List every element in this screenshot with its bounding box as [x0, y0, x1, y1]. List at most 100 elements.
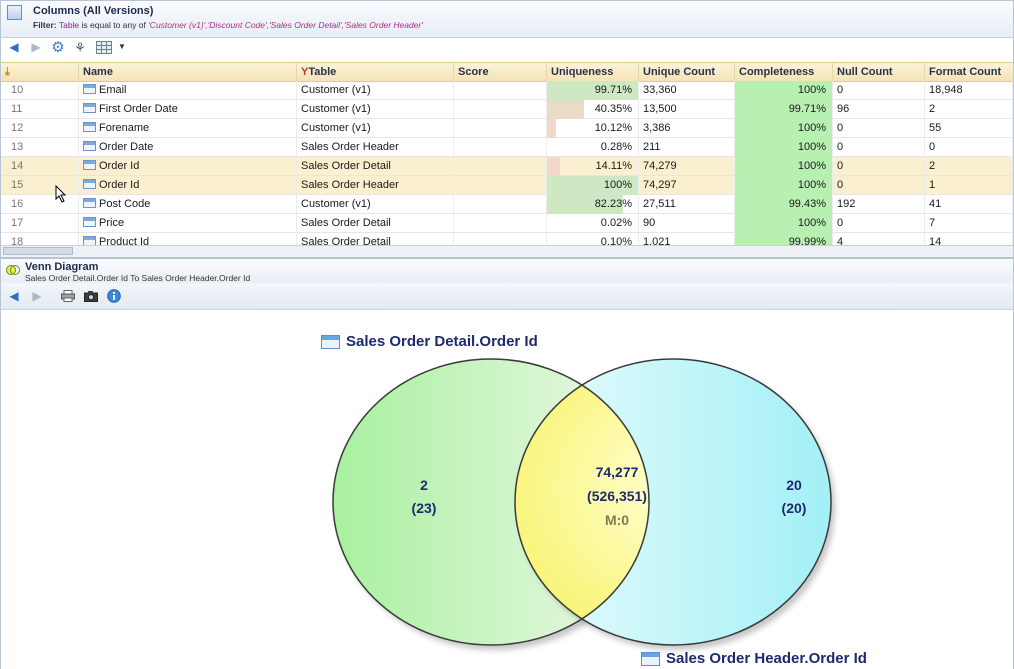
column-uniqueness[interactable]: 0.28%: [547, 138, 639, 157]
column-null-count[interactable]: 0: [833, 119, 925, 138]
column-uniqueness[interactable]: 10.12%: [547, 119, 639, 138]
column-format-count[interactable]: 2: [925, 100, 1013, 119]
column-completeness[interactable]: 100%: [735, 214, 833, 233]
column-unique-count[interactable]: 27,511: [639, 195, 735, 214]
column-format-count[interactable]: 0: [925, 138, 1013, 157]
settings-gear-icon[interactable]: ⚙: [51, 40, 65, 55]
table-row[interactable]: 13 Order Date Sales Order Header 0.28% 211 10…: [1, 138, 1013, 157]
table-row[interactable]: 17 Price Sales Order Detail 0.02% 90 100% 0 7: [1, 214, 1013, 233]
column-table[interactable]: Sales Order Header: [297, 176, 454, 195]
column-format-count[interactable]: 41: [925, 195, 1013, 214]
column-uniqueness[interactable]: 0.02%: [547, 214, 639, 233]
header-null-count[interactable]: Null Count: [833, 63, 925, 81]
filter-icon[interactable]: ⤓: [1, 63, 79, 81]
column-null-count[interactable]: 0: [833, 214, 925, 233]
column-table[interactable]: Sales Order Header: [297, 138, 454, 157]
column-null-count[interactable]: 0: [833, 157, 925, 176]
row-number[interactable]: 13: [1, 138, 79, 157]
column-name[interactable]: Email: [79, 81, 297, 100]
column-completeness[interactable]: 100%: [735, 138, 833, 157]
row-number[interactable]: 17: [1, 214, 79, 233]
header-unique-count[interactable]: Unique Count: [639, 63, 735, 81]
table-row[interactable]: 15 Order Id Sales Order Header 100% 74,297 10…: [1, 176, 1013, 195]
row-number[interactable]: 10: [1, 81, 79, 100]
column-completeness[interactable]: 100%: [735, 157, 833, 176]
row-number[interactable]: 14: [1, 157, 79, 176]
column-table[interactable]: Sales Order Detail: [297, 157, 454, 176]
scrollbar-thumb[interactable]: [3, 247, 73, 255]
print-icon[interactable]: [61, 289, 75, 303]
info-icon[interactable]: [107, 289, 121, 303]
column-format-count[interactable]: 55: [925, 119, 1013, 138]
column-score[interactable]: [454, 176, 547, 195]
grid-horizontal-scrollbar[interactable]: [1, 245, 1013, 257]
back-arrow-icon[interactable]: ◀: [7, 40, 21, 54]
back-arrow-icon[interactable]: ◀: [7, 289, 21, 303]
column-format-count[interactable]: 1: [925, 176, 1013, 195]
column-null-count[interactable]: 0: [833, 81, 925, 100]
column-score[interactable]: [454, 157, 547, 176]
column-format-count[interactable]: 2: [925, 157, 1013, 176]
column-table[interactable]: Customer (v1): [297, 81, 454, 100]
column-uniqueness[interactable]: 100%: [547, 176, 639, 195]
column-score[interactable]: [454, 138, 547, 157]
header-name[interactable]: Name: [79, 63, 297, 81]
column-score[interactable]: [454, 119, 547, 138]
column-name[interactable]: First Order Date: [79, 100, 297, 119]
table-row[interactable]: 12 Forename Customer (v1) 10.12% 3,386 100% 0 5…: [1, 119, 1013, 138]
column-unique-count[interactable]: 74,279: [639, 157, 735, 176]
header-score[interactable]: Score: [454, 63, 547, 81]
column-null-count[interactable]: 96: [833, 100, 925, 119]
column-format-count[interactable]: 18,948: [925, 81, 1013, 100]
column-uniqueness[interactable]: 14.11%: [547, 157, 639, 176]
table-row[interactable]: 11 First Order Date Customer (v1) 40.35% 13,…: [1, 100, 1013, 119]
column-uniqueness[interactable]: 40.35%: [547, 100, 639, 119]
column-table[interactable]: Customer (v1): [297, 119, 454, 138]
column-completeness[interactable]: 100%: [735, 81, 833, 100]
column-unique-count[interactable]: 13,500: [639, 100, 735, 119]
column-score[interactable]: [454, 195, 547, 214]
header-format-count[interactable]: Format Count: [925, 63, 1013, 81]
filter-description[interactable]: Filter: Table is equal to any of 'Custom…: [33, 20, 423, 30]
column-unique-count[interactable]: 3,386: [639, 119, 735, 138]
hierarchy-icon[interactable]: ⚘: [73, 40, 87, 54]
forward-arrow-icon[interactable]: ▶: [29, 40, 43, 54]
row-number[interactable]: 12: [1, 119, 79, 138]
column-null-count[interactable]: 0: [833, 138, 925, 157]
column-completeness[interactable]: 99.71%: [735, 100, 833, 119]
column-table[interactable]: Customer (v1): [297, 195, 454, 214]
row-number[interactable]: 16: [1, 195, 79, 214]
column-unique-count[interactable]: 33,360: [639, 81, 735, 100]
column-name[interactable]: Forename: [79, 119, 297, 138]
column-completeness[interactable]: 99.43%: [735, 195, 833, 214]
column-score[interactable]: [454, 100, 547, 119]
column-name[interactable]: Order Date: [79, 138, 297, 157]
column-unique-count[interactable]: 74,297: [639, 176, 735, 195]
table-row[interactable]: 14 Order Id Sales Order Detail 14.11% 74,279…: [1, 157, 1013, 176]
column-name[interactable]: Price: [79, 214, 297, 233]
column-null-count[interactable]: 192: [833, 195, 925, 214]
table-row[interactable]: 16 Post Code Customer (v1) 82.23% 27,511 99.4…: [1, 195, 1013, 214]
column-unique-count[interactable]: 211: [639, 138, 735, 157]
column-unique-count[interactable]: 90: [639, 214, 735, 233]
column-score[interactable]: [454, 214, 547, 233]
column-table[interactable]: Sales Order Detail: [297, 214, 454, 233]
table-row[interactable]: 10 Email Customer (v1) 99.71% 33,360 100% 0 18,…: [1, 81, 1013, 100]
column-uniqueness[interactable]: 82.23%: [547, 195, 639, 214]
forward-arrow-icon[interactable]: ▶: [30, 289, 44, 303]
column-completeness[interactable]: 100%: [735, 119, 833, 138]
column-name[interactable]: Post Code: [79, 195, 297, 214]
header-uniqueness[interactable]: Uniqueness: [547, 63, 639, 81]
camera-icon[interactable]: [84, 289, 98, 303]
column-name[interactable]: Order Id: [79, 176, 297, 195]
row-number[interactable]: 15: [1, 176, 79, 195]
column-name[interactable]: Order Id: [79, 157, 297, 176]
column-completeness[interactable]: 100%: [735, 176, 833, 195]
dropdown-arrow-icon[interactable]: ▼: [115, 40, 129, 54]
column-format-count[interactable]: 7: [925, 214, 1013, 233]
column-null-count[interactable]: 0: [833, 176, 925, 195]
row-number[interactable]: 11: [1, 100, 79, 119]
grid-layout-icon[interactable]: [95, 40, 113, 54]
column-uniqueness[interactable]: 99.71%: [547, 81, 639, 100]
header-completeness[interactable]: Completeness: [735, 63, 833, 81]
